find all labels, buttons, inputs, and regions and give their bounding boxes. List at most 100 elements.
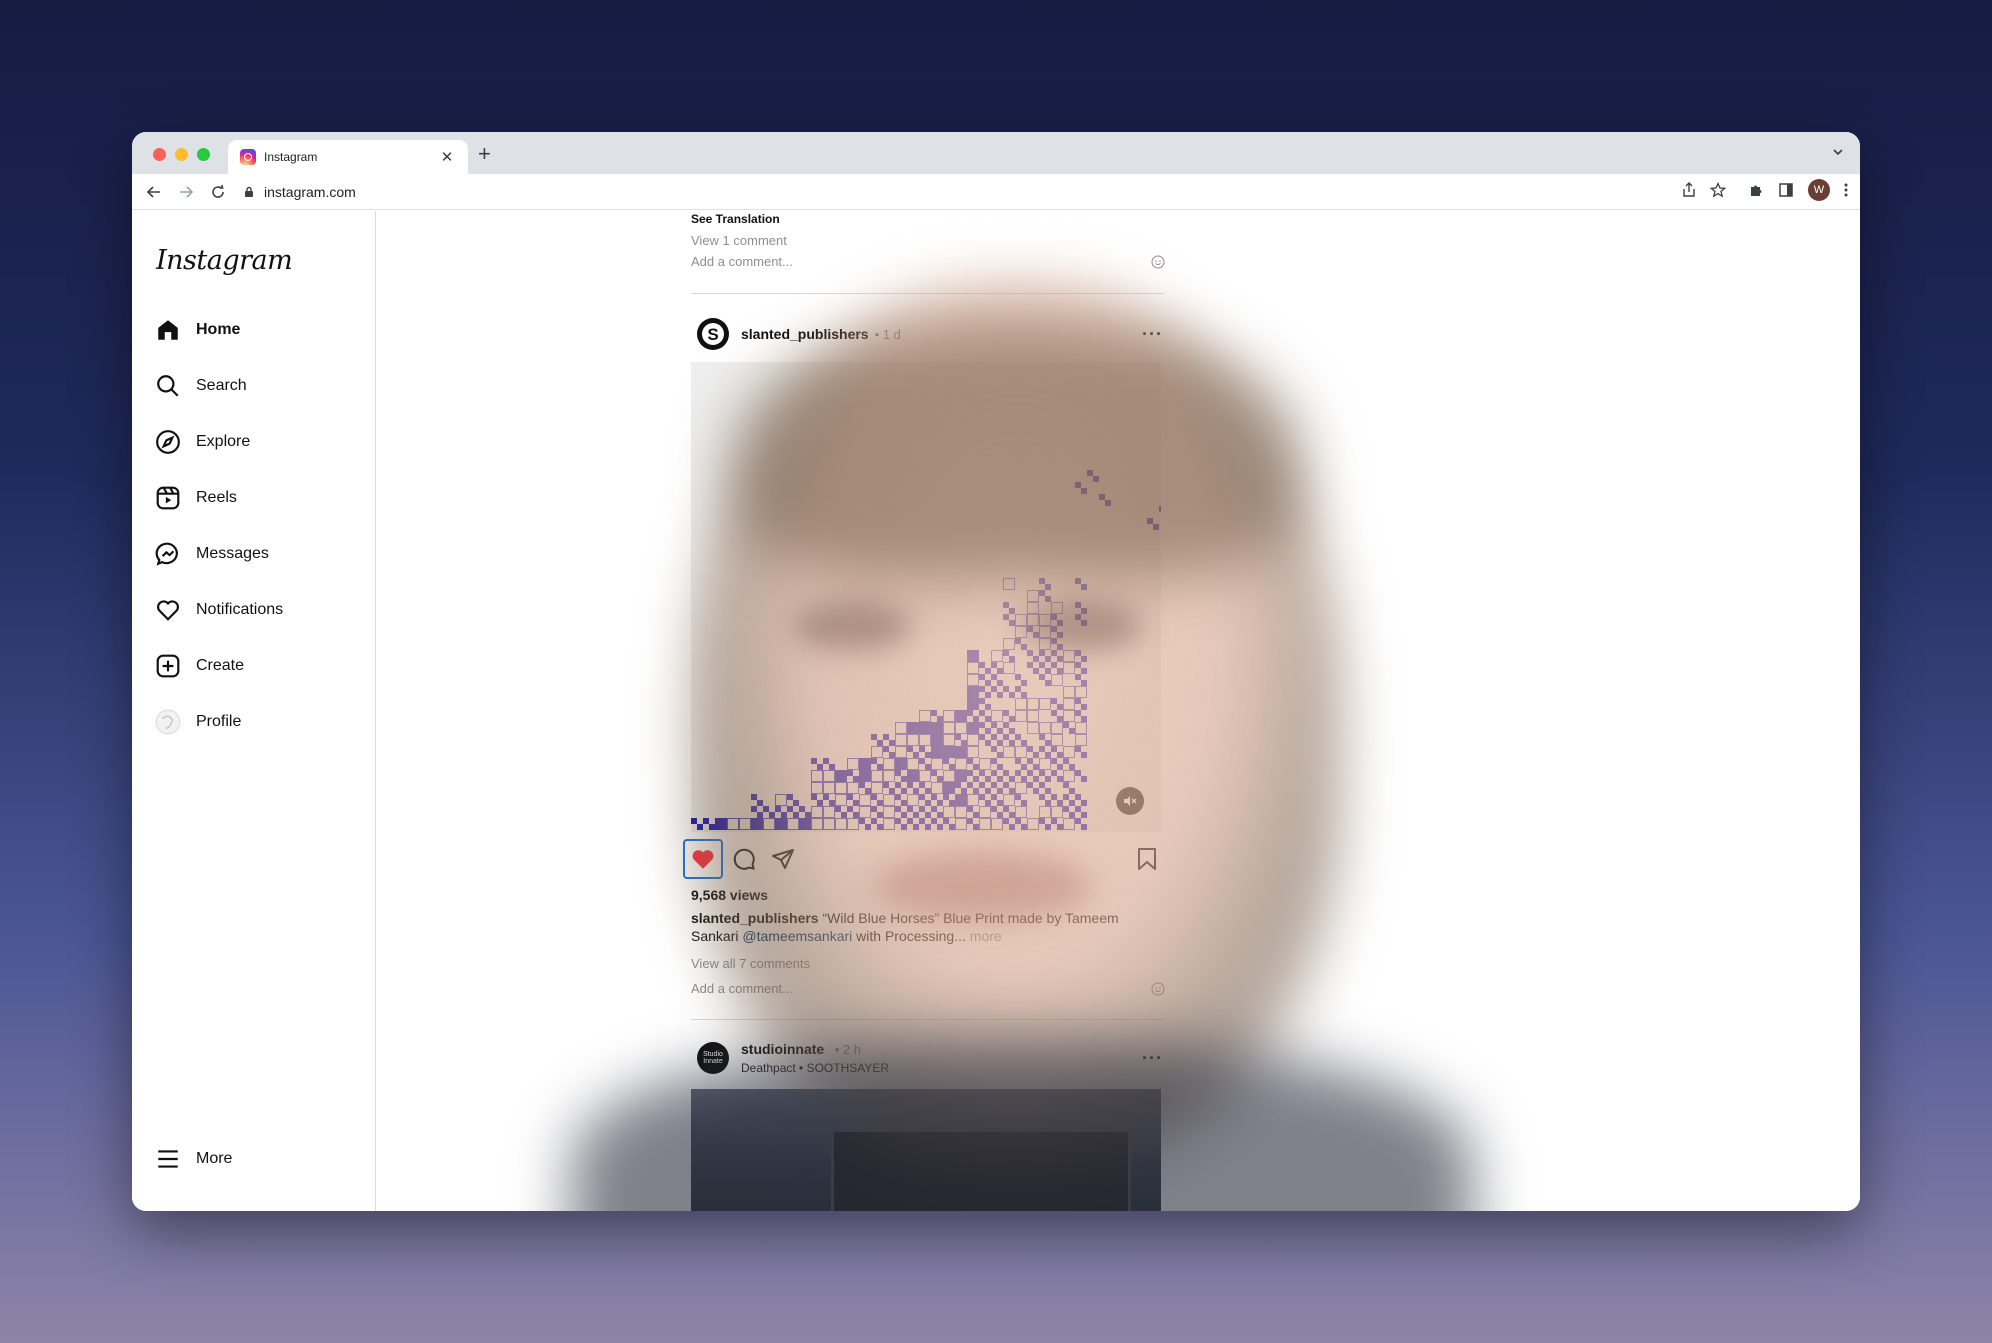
sidebar-item-label: More <box>196 1150 233 1167</box>
post-author-avatar[interactable]: Studio Innate <box>697 1042 729 1074</box>
sidebar-item-label: Reels <box>196 489 237 506</box>
post-header: S slanted_publishers • 1 d ··· <box>691 314 1165 354</box>
close-window-button[interactable] <box>153 148 166 161</box>
post-media[interactable] <box>691 362 1161 832</box>
post-divider <box>691 1019 1165 1020</box>
pixel-pattern-artwork <box>691 470 1161 830</box>
tab-bar: Instagram ✕ + <box>132 132 1860 174</box>
sidebar: Instagram Home Search Explore Reels Mess… <box>132 211 376 1211</box>
post-header: Studio Innate studioinnate • 2 h Deathpa… <box>691 1038 1165 1078</box>
add-comment-row: Add a comment... <box>691 254 1165 269</box>
forward-button[interactable] <box>174 180 198 204</box>
comment-bubble-icon <box>733 848 755 870</box>
sidebar-item-label: Home <box>196 321 241 338</box>
plus-square-icon <box>154 652 182 680</box>
search-icon <box>154 372 182 400</box>
heart-filled-icon <box>692 850 714 869</box>
paper-plane-icon <box>772 849 794 869</box>
view-comments-link[interactable]: View 1 comment <box>691 233 787 248</box>
speaker-muted-icon <box>1124 796 1137 806</box>
share-icon[interactable] <box>1682 182 1696 198</box>
caption-username[interactable]: slanted_publishers <box>691 910 819 926</box>
post-caption: slanted_publishers “Wild Blue Horses” Bl… <box>691 909 1165 945</box>
post-author-username[interactable]: studioinnate <box>741 1041 824 1057</box>
mute-toggle-button[interactable] <box>1116 787 1144 815</box>
messenger-icon <box>154 540 182 568</box>
url-text: instagram.com <box>264 184 356 200</box>
new-tab-button[interactable]: + <box>478 143 491 165</box>
tab-search-chevron-icon[interactable] <box>1832 146 1844 161</box>
see-translation-link[interactable]: See Translation <box>691 212 780 226</box>
instagram-page: Instagram Home Search Explore Reels Mess… <box>132 211 1860 1211</box>
sidebar-item-more[interactable]: More <box>154 1139 354 1179</box>
post-divider <box>691 293 1165 294</box>
laptop-screen-image <box>831 1129 1131 1211</box>
reload-button[interactable] <box>206 180 230 204</box>
comment-button[interactable] <box>724 839 764 879</box>
side-panel-icon[interactable] <box>1778 182 1794 198</box>
maximize-window-button[interactable] <box>197 148 210 161</box>
menu-kebab-icon[interactable] <box>1844 183 1848 197</box>
sidebar-item-notifications[interactable]: Notifications <box>154 590 354 630</box>
post-author-username[interactable]: slanted_publishers <box>741 326 869 342</box>
view-count[interactable]: 9,568 views <box>691 887 768 903</box>
post-options-icon[interactable]: ··· <box>1142 1048 1163 1069</box>
post-media[interactable] <box>691 1089 1161 1211</box>
feed: See Translation View 1 comment Add a com… <box>683 211 1167 1211</box>
reels-icon <box>154 484 182 512</box>
heart-icon <box>154 596 182 624</box>
bookmark-star-icon[interactable] <box>1710 182 1726 198</box>
sidebar-item-profile[interactable]: Profile <box>154 702 354 742</box>
sidebar-item-label: Search <box>196 377 247 394</box>
home-icon <box>154 316 182 344</box>
post-time: • 2 h <box>834 1042 861 1057</box>
post-options-icon[interactable]: ··· <box>1142 324 1163 345</box>
sidebar-item-label: Create <box>196 657 245 674</box>
sidebar-item-label: Notifications <box>196 601 284 618</box>
post-actions <box>683 839 1167 879</box>
save-button[interactable] <box>1127 839 1167 879</box>
sidebar-item-label: Messages <box>196 545 269 562</box>
view-all-comments-link[interactable]: View all 7 comments <box>691 956 810 971</box>
sidebar-item-label: Profile <box>196 713 242 730</box>
toolbar-icons: W <box>1682 179 1848 201</box>
emoji-icon[interactable] <box>1151 982 1165 996</box>
tab-close-icon[interactable]: ✕ <box>438 148 456 166</box>
svg-text:S: S <box>707 325 718 344</box>
post-time: • 1 d <box>874 326 901 342</box>
like-button[interactable] <box>683 839 723 879</box>
browser-window: Instagram ✕ + instagram.com W Instagram … <box>132 132 1860 1211</box>
emoji-icon[interactable] <box>1151 255 1165 269</box>
lock-icon <box>245 186 253 197</box>
avatar <box>154 708 182 736</box>
post-author-avatar[interactable]: S <box>697 318 729 350</box>
sidebar-item-create[interactable]: Create <box>154 646 354 686</box>
sidebar-item-label: Explore <box>196 433 251 450</box>
extensions-puzzle-icon[interactable] <box>1748 182 1764 198</box>
window-controls <box>153 148 210 161</box>
browser-profile-avatar[interactable]: W <box>1808 179 1830 201</box>
share-button[interactable] <box>763 839 803 879</box>
minimize-window-button[interactable] <box>175 148 188 161</box>
sidebar-item-search[interactable]: Search <box>154 366 354 406</box>
back-button[interactable] <box>142 180 166 204</box>
sidebar-item-home[interactable]: Home <box>154 310 354 350</box>
sidebar-item-messages[interactable]: Messages <box>154 534 354 574</box>
caption-more-link[interactable]: more <box>966 928 1002 944</box>
add-comment-row: Add a comment... <box>691 981 1165 996</box>
sidebar-item-reels[interactable]: Reels <box>154 478 354 518</box>
instagram-logo[interactable]: Instagram <box>156 245 293 276</box>
post-author-info: studioinnate • 2 h Deathpact • SOOTHSAYE… <box>741 1041 889 1075</box>
post-audio-subtitle[interactable]: Deathpact • SOOTHSAYER <box>741 1061 889 1075</box>
browser-toolbar: instagram.com W <box>132 174 1860 210</box>
caption-mention-link[interactable]: @tameemsankari <box>742 928 852 944</box>
address-bar[interactable]: instagram.com <box>240 178 1840 206</box>
hamburger-menu-icon <box>154 1145 182 1173</box>
instagram-favicon-icon <box>240 149 256 165</box>
sidebar-item-explore[interactable]: Explore <box>154 422 354 462</box>
add-comment-input[interactable]: Add a comment... <box>691 254 793 269</box>
bookmark-icon <box>1138 848 1156 870</box>
compass-icon <box>154 428 182 456</box>
add-comment-input[interactable]: Add a comment... <box>691 981 793 996</box>
browser-tab[interactable]: Instagram ✕ <box>228 140 468 174</box>
